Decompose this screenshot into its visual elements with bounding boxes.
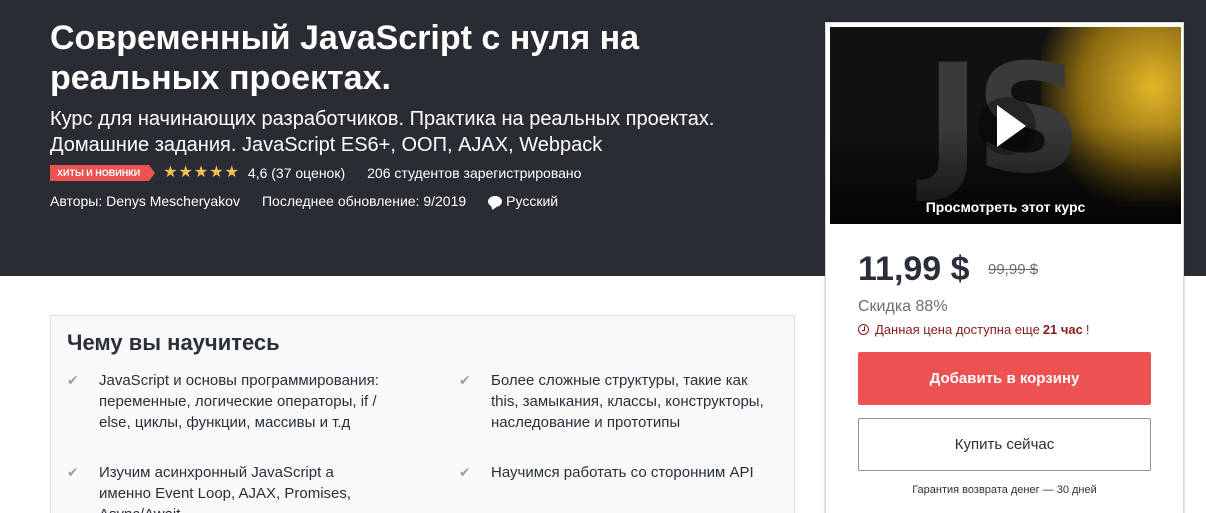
learn-item: ✔ JavaScript и основы программирования: …: [67, 370, 397, 433]
check-icon: ✔: [67, 372, 79, 388]
purchase-card: JS Просмотреть этот курс 11,99 $ 99,99 $…: [825, 22, 1184, 513]
course-subtitle: Курс для начинающих разработчиков. Практ…: [50, 108, 715, 156]
authors[interactable]: Авторы: Denys Mescheryakov: [50, 193, 240, 209]
authors-row: Авторы: Denys Mescheryakov Последнее обн…: [50, 192, 558, 210]
course-preview-video[interactable]: JS Просмотреть этот курс: [830, 27, 1181, 224]
preview-label[interactable]: Просмотреть этот курс: [830, 199, 1181, 215]
price-timer: Данная цена доступна еще 21 час !: [858, 322, 1090, 337]
star-rating: ★ ★ ★ ★ ★: [163, 165, 240, 181]
learn-item: ✔ Более сложные структуры, такие как thi…: [459, 370, 779, 433]
course-language: Русский: [506, 193, 559, 209]
timer-value: 21 час: [1042, 322, 1083, 337]
what-you-will-learn: Чему вы научитесь ✔ JavaScript и основы …: [50, 315, 795, 513]
timer-suffix: !: [1085, 322, 1090, 337]
course-title: Современный JavaScript с нуля на реальны…: [50, 19, 640, 97]
check-icon: ✔: [459, 372, 471, 388]
buy-now-button[interactable]: Купить сейчас: [858, 418, 1151, 471]
star-icon: ★: [224, 164, 239, 181]
learn-title: Чему вы научитесь: [67, 330, 280, 355]
rating-row: ХИТЫ И НОВИНКИ ★ ★ ★ ★ ★ 4,6 (37 оценок)…: [50, 163, 581, 183]
money-back-guarantee: Гарантия возврата денег — 30 дней: [912, 484, 1097, 496]
rating-text[interactable]: 4,6 (37 оценок): [248, 165, 345, 181]
timer-prefix: Данная цена доступна еще: [875, 322, 1040, 337]
check-icon: ✔: [459, 464, 471, 480]
learn-item-text: Научимся работать со сторонним API: [491, 464, 754, 481]
original-price: 99,99 $: [988, 261, 1039, 278]
last-updated: Последнее обновление: 9/2019: [261, 193, 467, 209]
students-count: 206 студентов зарегистрировано: [367, 165, 582, 181]
learn-item: ✔ Изучим асинхронный JavaScript а именно…: [67, 462, 377, 513]
star-icon: ★: [209, 164, 224, 181]
alarm-clock-icon: [858, 324, 869, 335]
star-icon: ★: [193, 164, 209, 181]
learn-item-text: Более сложные структуры, такие как this,…: [491, 372, 764, 431]
current-price: 11,99 $: [858, 250, 970, 288]
discount-percent: Скидка 88%: [858, 298, 948, 315]
star-icon: ★: [163, 164, 178, 181]
course-landing-page: Современный JavaScript с нуля на реальны…: [0, 0, 1206, 513]
star-icon: ★: [178, 164, 193, 181]
speech-bubble-icon: [488, 195, 503, 207]
learn-item-text: Изучим асинхронный JavaScript а именно E…: [99, 464, 352, 513]
learn-item: ✔ Научимся работать со сторонним API: [459, 462, 779, 483]
bestseller-badge: ХИТЫ И НОВИНКИ: [50, 165, 156, 181]
add-to-cart-button[interactable]: Добавить в корзину: [858, 352, 1151, 405]
check-icon: ✔: [67, 464, 79, 480]
learn-item-text: JavaScript и основы программирования: пе…: [99, 372, 379, 431]
play-icon[interactable]: [978, 97, 1036, 155]
